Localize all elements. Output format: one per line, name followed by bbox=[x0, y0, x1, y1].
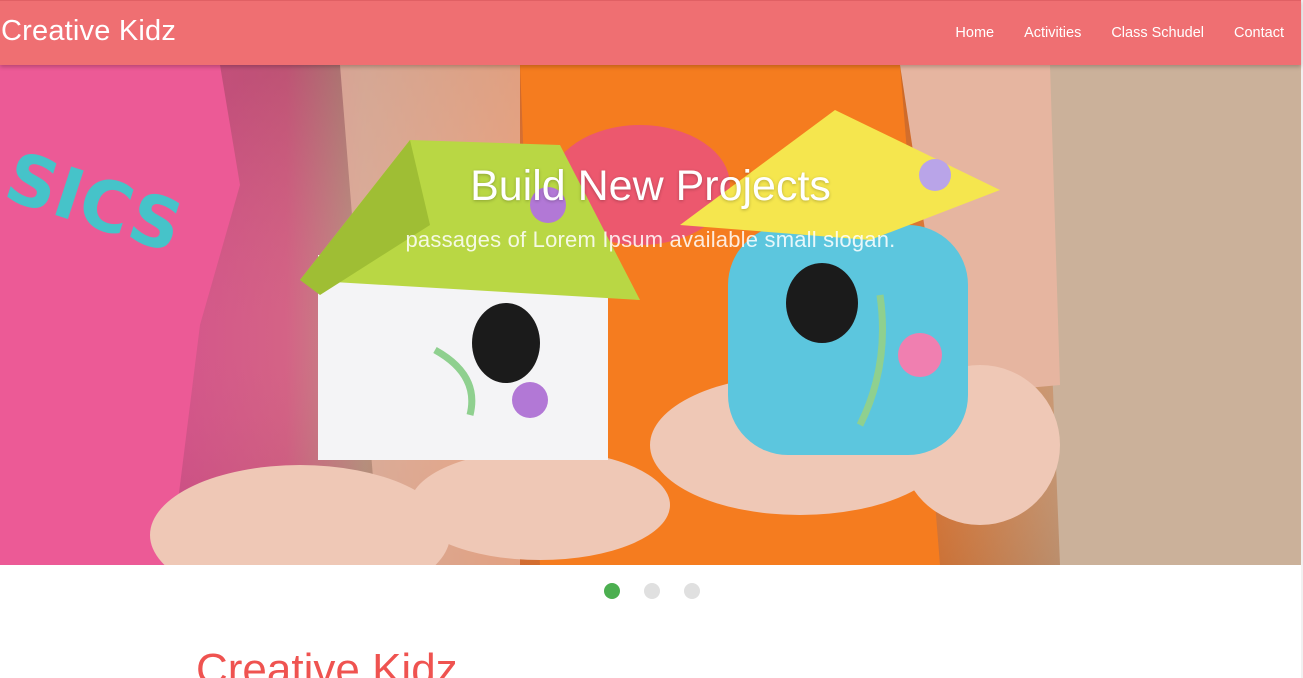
hero-image: SICS bbox=[0, 65, 1301, 565]
hero-caption: Build New Projects passages of Lorem Ips… bbox=[0, 162, 1301, 253]
nav-link-contact[interactable]: Contact bbox=[1234, 25, 1284, 41]
brand-logo-link[interactable]: Creative Kidz bbox=[1, 15, 176, 48]
hero-subtitle: passages of Lorem Ipsum available small … bbox=[405, 227, 896, 252]
slider-indicator-3[interactable] bbox=[683, 583, 700, 599]
section-title: Creative Kidz bbox=[196, 645, 458, 678]
nav-link-class-schedule[interactable]: Class Schudel bbox=[1111, 25, 1204, 41]
navbar: Creative Kidz Home Activities Class Schu… bbox=[0, 0, 1301, 65]
birdhouses-illustration: SICS bbox=[0, 65, 1301, 565]
slider-indicator-1[interactable] bbox=[603, 583, 620, 599]
page: Creative Kidz Home Activities Class Schu… bbox=[0, 0, 1303, 678]
slider-indicators bbox=[0, 583, 1303, 599]
slider-indicator-2[interactable] bbox=[643, 583, 660, 599]
hero-slider[interactable]: SICS Build New Projects passages of Lore… bbox=[0, 65, 1301, 565]
nav-link-home[interactable]: Home bbox=[955, 25, 994, 41]
hero-title: Build New Projects bbox=[470, 162, 831, 210]
nav-links: Home Activities Class Schudel Contact bbox=[925, 25, 1284, 41]
nav-link-activities[interactable]: Activities bbox=[1024, 25, 1081, 41]
